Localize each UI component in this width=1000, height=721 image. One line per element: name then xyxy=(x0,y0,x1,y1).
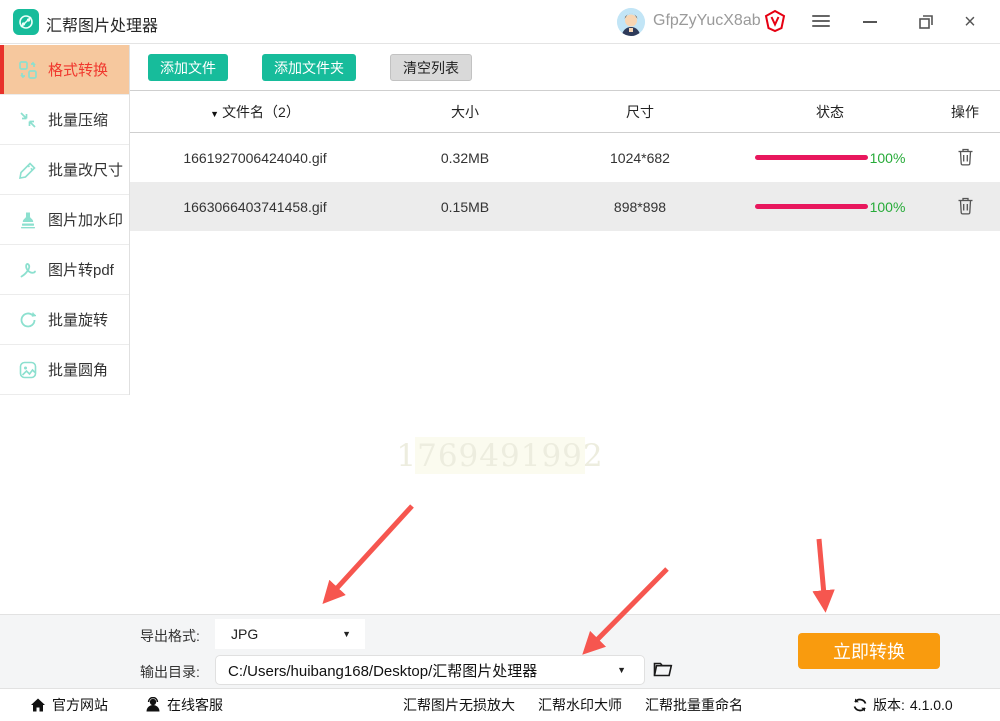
sort-desc-icon: ▼ xyxy=(210,108,220,119)
compress-icon xyxy=(18,110,38,130)
sidebar-item-batch-compress[interactable]: 批量压缩 xyxy=(0,95,129,145)
add-folder-button[interactable]: 添加文件夹 xyxy=(262,54,356,81)
user-avatar[interactable] xyxy=(617,8,645,36)
progress-percent: 100% xyxy=(869,198,906,215)
output-dir-combobox[interactable]: C:/Users/huibang168/Desktop/汇帮图片处理器 ▼ xyxy=(215,655,645,685)
export-format-select[interactable]: JPG ▼ xyxy=(215,619,365,649)
maximize-button[interactable] xyxy=(908,0,944,44)
official-website-label: 官方网站 xyxy=(52,697,108,713)
home-icon xyxy=(30,697,46,713)
official-website-link[interactable]: 官方网站 xyxy=(30,689,108,721)
sidebar-item-label: 格式转换 xyxy=(48,62,109,79)
partner-links: 汇帮图片无损放大 汇帮水印大师 汇帮批量重命名 xyxy=(403,689,743,721)
sidebar-item-label: 图片转pdf xyxy=(48,262,114,279)
export-format-label: 导出格式: xyxy=(140,628,200,644)
rotate-icon xyxy=(18,310,38,330)
version-info: 版本: 4.1.0.0 xyxy=(852,689,953,721)
sidebar-item-label: 批量压缩 xyxy=(48,112,109,129)
table-row[interactable]: 1661927006424040.gif 0.32MB 1024*682 100… xyxy=(130,133,1000,182)
online-service-label: 在线客服 xyxy=(167,697,223,713)
cell-operation xyxy=(930,196,1000,218)
username-label: GfpZyYucX8ab xyxy=(653,12,761,29)
convert-now-button[interactable]: 立即转换 xyxy=(798,633,940,669)
online-service-link[interactable]: 在线客服 xyxy=(145,689,223,721)
output-dir-label: 输出目录: xyxy=(140,664,200,680)
toolbar: 添加文件 添加文件夹 清空列表 xyxy=(130,45,1000,90)
sidebar-item-batch-rotate[interactable]: 批量旋转 xyxy=(0,295,129,345)
app-window: 汇帮图片处理器 GfpZyYucX8ab × 格式转换 批量压缩 批量改尺寸 图… xyxy=(0,0,1000,720)
export-format-value: JPG xyxy=(231,626,259,642)
progress-bar xyxy=(754,204,868,209)
sidebar-item-label: 批量改尺寸 xyxy=(48,162,124,179)
cell-size: 0.15MB xyxy=(440,198,490,215)
clear-list-button[interactable]: 清空列表 xyxy=(390,54,472,81)
version-value: 4.1.0.0 xyxy=(909,697,953,713)
cell-dimensions: 898*898 xyxy=(613,198,667,215)
column-header-dimensions: 尺寸 xyxy=(626,103,654,120)
column-header-size: 大小 xyxy=(451,103,479,120)
sidebar-item-label: 批量旋转 xyxy=(48,312,109,329)
table-header: ▼ 文件名（2） 大小 尺寸 状态 操作 xyxy=(130,90,1000,133)
sidebar-item-batch-resize[interactable]: 批量改尺寸 xyxy=(0,145,129,195)
delete-trash-icon[interactable] xyxy=(957,196,974,215)
cell-filename: 1663066403741458.gif xyxy=(183,198,327,215)
chevron-down-icon: ▼ xyxy=(617,665,626,675)
cell-filename: 1661927006424040.gif xyxy=(183,149,327,166)
app-logo-icon xyxy=(13,9,39,35)
sidebar-item-label: 图片加水印 xyxy=(48,212,124,229)
sidebar-item-add-watermark[interactable]: 图片加水印 xyxy=(0,195,129,245)
output-panel: 导出格式: JPG ▼ 输出目录: C:/Users/huibang168/De… xyxy=(0,614,1000,688)
progress-percent: 100% xyxy=(869,149,906,166)
statusbar: 官方网站 在线客服 汇帮图片无损放大 汇帮水印大师 汇帮批量重命名 版本: 4.… xyxy=(0,688,1000,720)
progress-bar xyxy=(754,155,868,160)
app-title: 汇帮图片处理器 xyxy=(46,18,159,35)
close-button[interactable]: × xyxy=(952,0,988,44)
version-label: 版本: xyxy=(873,697,905,713)
cell-operation xyxy=(930,147,1000,169)
sidebar-item-format-convert[interactable]: 格式转换 xyxy=(0,45,129,95)
browse-folder-icon[interactable] xyxy=(652,658,674,680)
minimize-button[interactable] xyxy=(852,0,888,44)
vip-badge-icon[interactable] xyxy=(763,9,787,33)
cell-status: 100% xyxy=(730,199,930,215)
pdf-icon xyxy=(18,260,38,280)
main-content: 添加文件 添加文件夹 清空列表 ▼ 文件名（2） 大小 尺寸 状态 操作 1661… xyxy=(130,45,1000,614)
column-header-filename[interactable]: ▼ 文件名（2） xyxy=(130,102,380,122)
add-file-button[interactable]: 添加文件 xyxy=(148,54,228,81)
update-refresh-icon[interactable] xyxy=(852,697,868,713)
menu-icon[interactable] xyxy=(812,15,830,30)
link-watermark-master[interactable]: 汇帮水印大师 xyxy=(538,695,622,715)
sidebar-item-label: 批量圆角 xyxy=(48,362,109,379)
column-header-status: 状态 xyxy=(816,103,844,120)
cell-size: 0.32MB xyxy=(440,149,490,166)
cell-dimensions: 1024*682 xyxy=(610,149,670,166)
sidebar-item-image-to-pdf[interactable]: 图片转pdf xyxy=(0,245,129,295)
watermark-stamp-icon xyxy=(18,210,38,230)
rounded-corner-image-icon xyxy=(18,360,38,380)
sidebar-item-batch-rounded-corner[interactable]: 批量圆角 xyxy=(0,345,129,395)
titlebar: 汇帮图片处理器 GfpZyYucX8ab × xyxy=(0,0,1000,44)
output-dir-value: C:/Users/huibang168/Desktop/汇帮图片处理器 xyxy=(228,662,538,680)
trial-watermark: 1769491992 xyxy=(396,437,604,474)
link-batch-rename[interactable]: 汇帮批量重命名 xyxy=(645,695,743,715)
column-header-operation: 操作 xyxy=(951,103,979,120)
link-lossless-upscale[interactable]: 汇帮图片无损放大 xyxy=(403,695,515,715)
convert-icon xyxy=(18,60,38,80)
resize-icon xyxy=(18,160,38,180)
delete-trash-icon[interactable] xyxy=(957,147,974,166)
sidebar: 格式转换 批量压缩 批量改尺寸 图片加水印 图片转pdf 批量旋转 批量圆角 xyxy=(0,45,130,395)
customer-service-icon xyxy=(145,696,161,713)
chevron-down-icon: ▼ xyxy=(342,629,351,639)
table-row[interactable]: 1663066403741458.gif 0.15MB 898*898 100% xyxy=(130,182,1000,231)
cell-status: 100% xyxy=(730,150,930,166)
